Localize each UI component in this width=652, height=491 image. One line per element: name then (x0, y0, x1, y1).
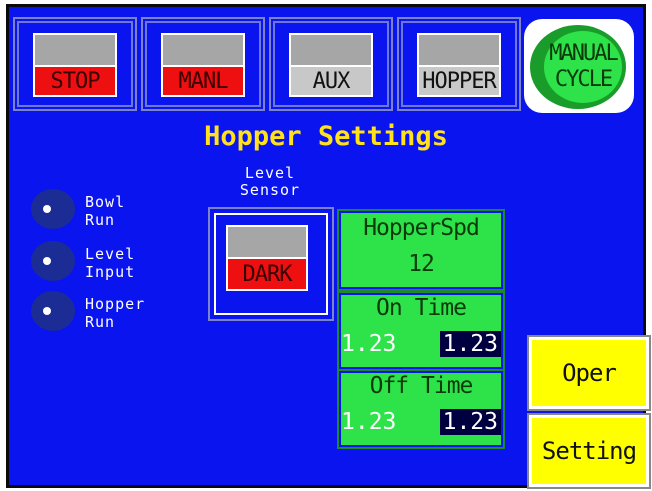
on-time-field[interactable]: On Time 1.23 1.23 (337, 291, 505, 371)
manual-mode-button[interactable]: MANL (141, 17, 265, 111)
hopper-label: HOPPER (417, 65, 501, 97)
off-time-setpoint[interactable]: 1.23 (439, 409, 501, 435)
manual-cycle-button[interactable]: MANUAL CYCLE (524, 19, 634, 113)
indicator-dot (43, 257, 51, 265)
hopper-run-indicator (31, 291, 75, 331)
off-time-field[interactable]: Off Time 1.23 1.23 (337, 369, 505, 449)
off-time-label: Off Time (369, 373, 474, 399)
hopper-run-label: Hopper Run (85, 295, 146, 331)
manual-cycle-line2: CYCLE (554, 67, 613, 92)
oper-button[interactable]: Oper (527, 335, 651, 411)
aux-lamp (289, 33, 373, 65)
on-time-setpoint[interactable]: 1.23 (439, 331, 501, 357)
hopper-lamp (417, 33, 501, 65)
bowl-run-label: Bowl Run (85, 193, 126, 229)
off-time-actual: 1.23 (341, 409, 397, 435)
manual-mode-label: MANL (161, 65, 245, 97)
bowl-run-indicator (31, 189, 75, 229)
on-time-actual: 1.23 (341, 331, 397, 357)
level-sensor-state: DARK (226, 257, 308, 291)
hopper-speed-label: HopperSpd (363, 215, 480, 241)
manual-cycle-ring: MANUAL CYCLE (530, 25, 626, 109)
level-sensor-title-line1: Level (244, 164, 296, 182)
on-time-label: On Time (376, 295, 467, 321)
aux-label: AUX (289, 65, 373, 97)
indicator-dot (43, 307, 51, 315)
hmi-screen: STOP MANL AUX HOPPER MANUAL CYCLE Hopper… (6, 4, 651, 489)
level-input-label: Level Input (85, 245, 136, 281)
level-sensor-title: Level Sensor (219, 165, 321, 199)
hopper-button[interactable]: HOPPER (397, 17, 521, 111)
stop-label: STOP (33, 65, 117, 97)
setting-button[interactable]: Setting (527, 413, 651, 489)
manual-mode-lamp (161, 33, 245, 65)
level-sensor-title-line2: Sensor (239, 181, 301, 199)
level-sensor-panel: DARK (208, 207, 334, 321)
aux-button[interactable]: AUX (269, 17, 393, 111)
level-input-indicator (31, 241, 75, 281)
page-title: Hopper Settings (204, 121, 448, 152)
stop-lamp (33, 33, 117, 65)
level-sensor-lamp (226, 225, 308, 257)
stop-button[interactable]: STOP (13, 17, 137, 111)
hopper-speed-value: 12 (408, 251, 435, 277)
hopper-speed-field[interactable]: HopperSpd 12 (337, 209, 505, 291)
indicator-dot (43, 205, 51, 213)
manual-cycle-line1: MANUAL (549, 41, 618, 66)
manual-cycle-face: MANUAL CYCLE (544, 31, 622, 103)
